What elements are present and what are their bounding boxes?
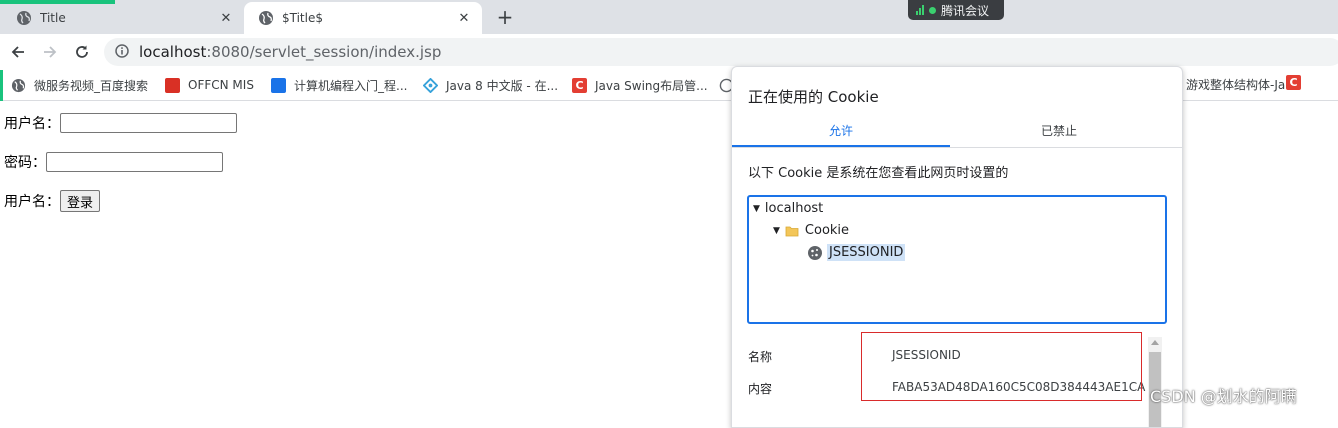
triangle-down-icon[interactable]: ▼ [753,204,760,214]
back-button[interactable] [6,40,30,64]
tree-node-site[interactable]: ▼ localhost [753,201,823,216]
arrow-left-icon [11,46,24,58]
csdn-icon: C [1286,75,1301,90]
tab-allowed[interactable]: 允许 [732,117,950,147]
bookmark-item[interactable]: OFFCN MIS [165,76,254,94]
tree-node-cookie[interactable]: JSESSIONID [807,244,906,261]
meeting-label: 腾讯会议 [941,3,990,18]
bookmark-label: Java Swing布局管... [595,78,708,93]
login-row: 用户名： 登录 [4,190,101,212]
username-label: 用户名： [4,116,60,132]
tree-node-folder[interactable]: ▼ Cookie [773,223,849,238]
tree-node-label: localhost [764,201,824,216]
status-dot-icon [929,6,936,14]
bookmark-label: 计算机编程入门_程... [294,78,408,93]
password-input[interactable] [46,152,223,172]
side-accent-bar [0,70,3,101]
new-tab-button[interactable]: + [492,5,518,31]
bookmark-label: 游戏整体结构体-Ja... [1186,78,1297,92]
offcn-icon [165,77,180,93]
bookmark-label: Java 8 中文版 - 在... [446,78,559,93]
globe-icon [259,11,273,25]
cookie-dialog: 正在使用的 Cookie 允许 已禁止 以下 Cookie 是系统在您查看此网页… [731,66,1183,428]
login-row-label: 用户名： [4,194,60,210]
scroll-up-icon[interactable] [1151,340,1159,345]
cookie-details: 名称 JSESSIONID 内容 FABA53AD48DA160C5C08D38… [732,332,1182,427]
bookmark-item[interactable]: 微服务视频_百度搜索 [11,76,148,94]
tab-label: $Title$ [282,11,323,25]
username-input[interactable] [60,113,237,133]
tree-node-label: JSESSIONID [827,244,906,261]
watermark: CSDN @划水的阿瞒 [1150,387,1297,406]
arrow-right-icon [44,46,57,58]
browser-toolbar: localhost:8080/servlet_session/index.jsp [0,34,1338,70]
tab-title[interactable]: Title ✕ [2,2,244,34]
bookmark-item[interactable]: Java 8 中文版 - 在... [423,76,558,94]
tab-blocked[interactable]: 已禁止 [950,117,1168,147]
tab-strip: Title ✕ $Title$ ✕ + 腾讯会议 [0,0,1338,34]
dialog-description: 以下 Cookie 是系统在您查看此网页时设置的 [748,166,1009,181]
field-label: 内容 [748,382,773,396]
cookie-icon [808,245,822,260]
tab-label: Title [40,11,66,25]
forward-button[interactable] [38,40,62,64]
meeting-widget[interactable]: 腾讯会议 [908,0,1004,20]
bookmark-item-right[interactable]: 游戏整体结构体-Ja... [1186,76,1297,93]
globe-icon [17,11,31,25]
tab-active[interactable]: $Title$ ✕ [244,2,482,34]
url-text[interactable]: localhost:8080/servlet_session/index.jsp [139,43,441,61]
password-label: 密码： [4,155,46,171]
dialog-tabs: 允许 已禁止 [732,117,1182,148]
bookmark-item[interactable]: 计算机编程入门_程... [271,76,407,94]
globe-icon [11,78,26,92]
page-icon [271,77,286,93]
bookmark-item-right-icon[interactable]: C [1286,75,1301,90]
reload-icon [76,45,88,58]
dialog-title: 正在使用的 Cookie [748,88,879,106]
csdn-icon: C [572,77,587,93]
url-host: localhost [139,43,207,61]
field-label: 名称 [748,350,773,364]
bookmark-label: OFFCN MIS [188,78,254,92]
highlight-box [861,332,1142,401]
address-bar[interactable]: localhost:8080/servlet_session/index.jsp [104,38,1338,66]
tree-node-label: Cookie [804,223,850,238]
url-path: :8080/servlet_session/index.jsp [206,43,442,61]
triangle-down-icon[interactable]: ▼ [773,226,780,236]
bookmark-label: 微服务视频_百度搜索 [34,78,149,93]
signal-icon [916,5,924,15]
runoob-icon [423,77,438,93]
cookie-tree[interactable]: ▼ localhost ▼ Cookie JSESSIONID [747,195,1167,324]
reload-button[interactable] [70,40,94,64]
close-icon[interactable]: ✕ [218,11,234,26]
login-button[interactable]: 登录 [60,190,101,212]
username-row: 用户名： [4,113,237,133]
password-row: 密码： [4,152,223,172]
info-icon[interactable] [115,44,129,58]
folder-icon [785,226,799,236]
bookmark-item[interactable]: C Java Swing布局管... [572,76,708,94]
close-icon[interactable]: ✕ [456,11,472,26]
